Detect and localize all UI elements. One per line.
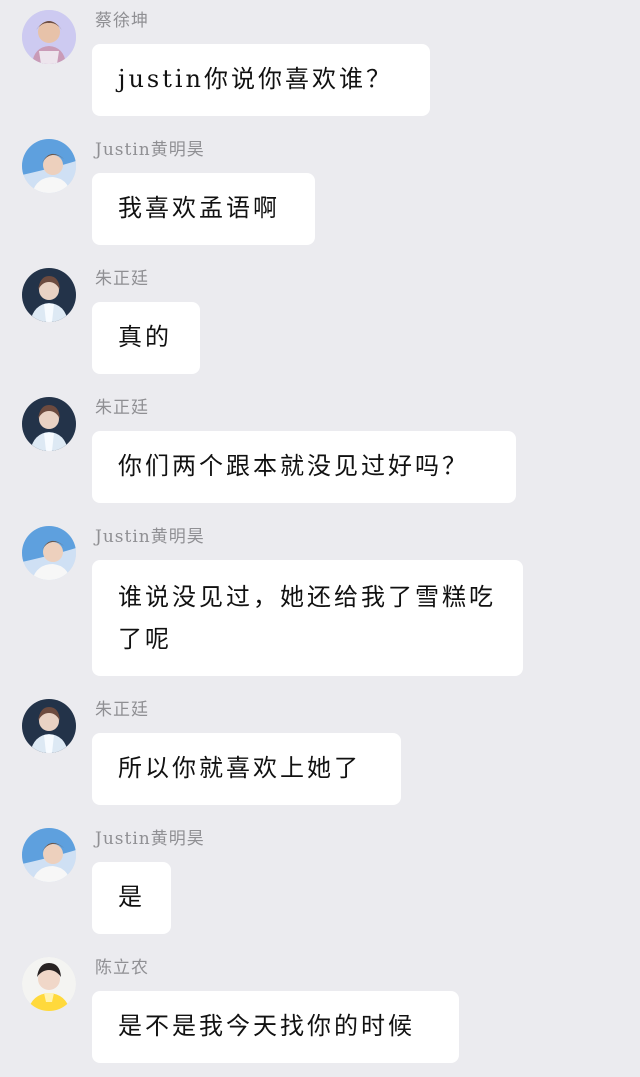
- avatar-justin-image: [22, 139, 76, 193]
- message-bubble[interactable]: 你们两个跟本就没见过好吗？: [92, 431, 516, 503]
- avatar-zhu-zhengting[interactable]: [22, 268, 76, 322]
- avatar-justin[interactable]: [22, 828, 76, 882]
- avatar-cai-xukun-image: [22, 10, 76, 64]
- sender-name: 朱正廷: [95, 700, 149, 720]
- avatar-chen-linong[interactable]: [22, 957, 76, 1011]
- chat-message-list: 蔡徐坤 justin你说你喜欢谁？ Justin黄明昊 我喜欢孟语啊 朱正廷 真…: [0, 0, 640, 1077]
- message-bubble[interactable]: 我喜欢孟语啊: [92, 173, 315, 245]
- sender-name: 蔡徐坤: [95, 11, 149, 31]
- avatar-zhu-zhengting[interactable]: [22, 699, 76, 753]
- avatar-justin-image: [22, 526, 76, 580]
- avatar-chen-linong-image: [22, 957, 76, 1011]
- sender-name: Justin黄明昊: [95, 527, 205, 547]
- message-bubble[interactable]: 是: [92, 862, 171, 934]
- avatar-zhu-zhengting-image: [22, 699, 76, 753]
- sender-name: Justin黄明昊: [95, 829, 205, 849]
- avatar-cai-xukun[interactable]: [22, 10, 76, 64]
- message-bubble[interactable]: 是不是我今天找你的时候: [92, 991, 459, 1063]
- message-bubble[interactable]: 真的: [92, 302, 200, 374]
- avatar-zhu-zhengting-image: [22, 397, 76, 451]
- message-bubble[interactable]: 所以你就喜欢上她了: [92, 733, 401, 805]
- message-bubble[interactable]: justin你说你喜欢谁？: [92, 44, 430, 116]
- avatar-zhu-zhengting-image: [22, 268, 76, 322]
- avatar-zhu-zhengting[interactable]: [22, 397, 76, 451]
- sender-name: 朱正廷: [95, 269, 149, 289]
- sender-name: 陈立农: [95, 958, 149, 978]
- avatar-justin[interactable]: [22, 526, 76, 580]
- message-bubble[interactable]: 谁说没见过，她还给我了雪糕吃了呢: [92, 560, 523, 676]
- avatar-justin-image: [22, 828, 76, 882]
- sender-name: 朱正廷: [95, 398, 149, 418]
- avatar-justin[interactable]: [22, 139, 76, 193]
- sender-name: Justin黄明昊: [95, 140, 205, 160]
